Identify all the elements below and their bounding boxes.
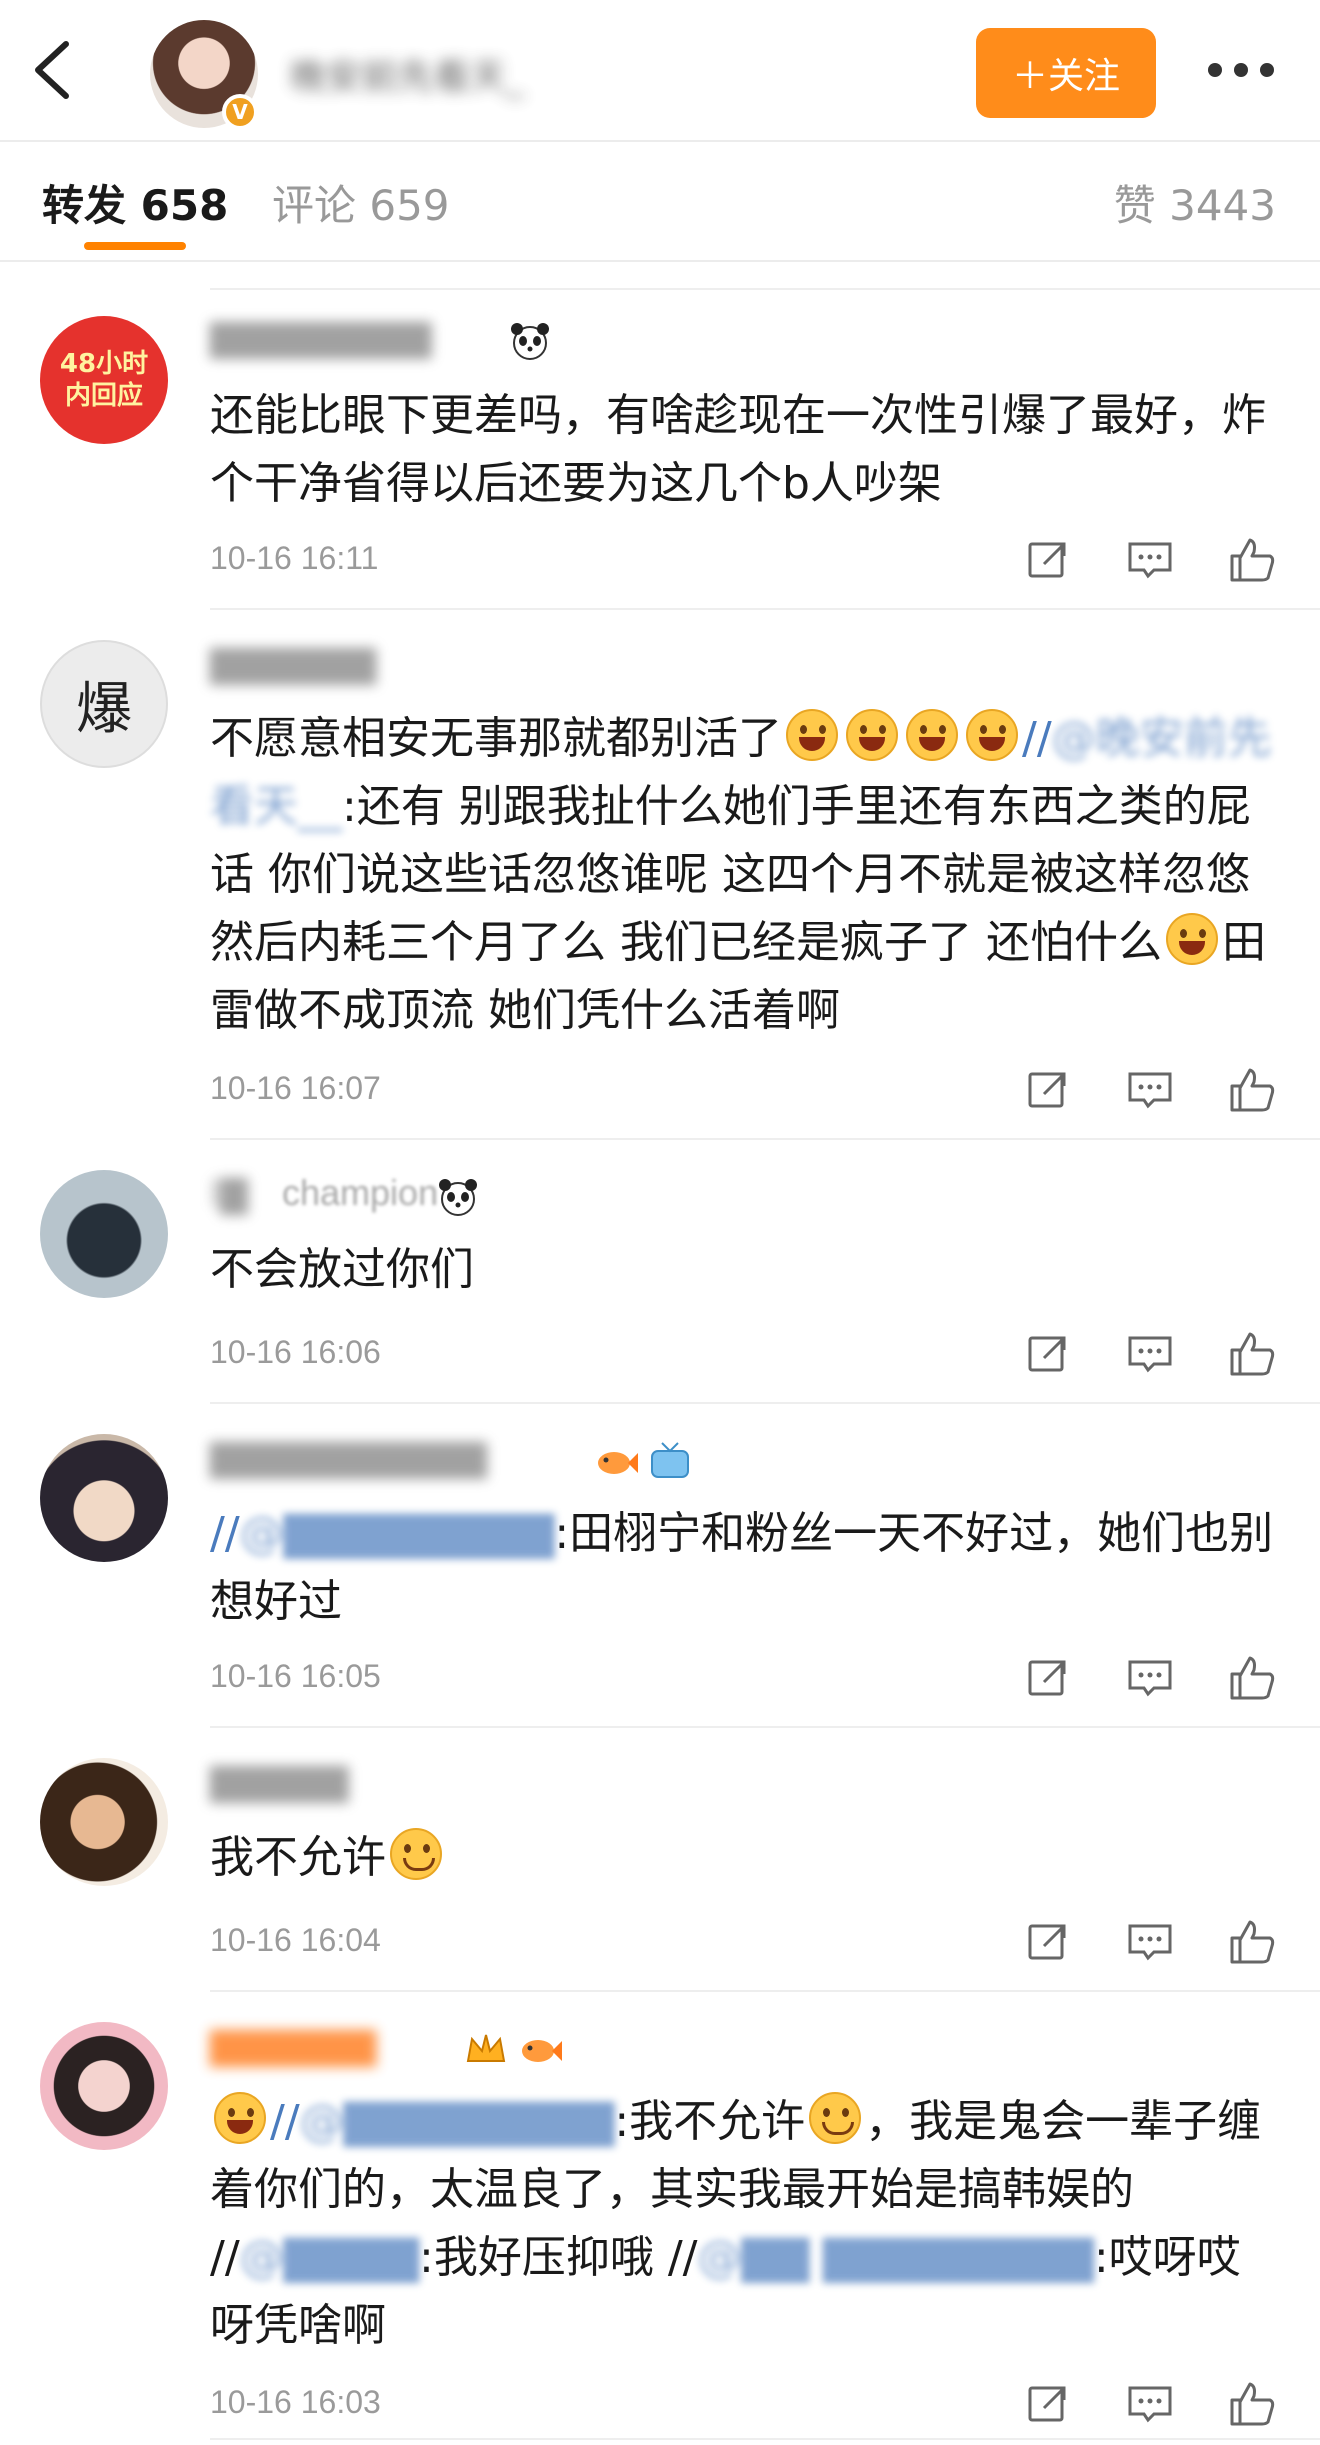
comment-icon[interactable] <box>1126 1066 1174 1114</box>
repost-text: 我不允许 <box>210 1824 1280 1892</box>
share-icon[interactable] <box>1024 1330 1072 1378</box>
action-bar <box>1020 2380 1280 2428</box>
thumb-up-icon[interactable] <box>1228 1918 1276 1966</box>
comment-icon[interactable] <box>1126 1654 1174 1702</box>
username[interactable]: ▇▇▇▇▇ <box>210 1762 410 1812</box>
heart-eyes-emoji-icon <box>214 2092 266 2144</box>
mention-link[interactable]: @▇▇▇▇▇▇▇▇ <box>300 2096 615 2147</box>
repost-text-part: :还有 别跟我扯什么她们手里还有东西之类的屁话 你们说这些话忽悠谁呢 这四个月不… <box>210 781 1251 968</box>
laughing-emoji-icon <box>966 709 1018 761</box>
mention-prefix: // <box>270 2096 300 2147</box>
comment-icon[interactable] <box>1126 1918 1174 1966</box>
repost-text-part: :我好压抑哦 // <box>419 2232 698 2283</box>
item-divider <box>210 1138 1320 1140</box>
item-divider <box>210 2438 1320 2440</box>
username-fragment[interactable]: champion <box>282 1172 438 1214</box>
avatar-label: 48小时 <box>59 349 149 379</box>
thumb-up-icon[interactable] <box>1228 536 1276 584</box>
username-badges <box>464 2026 562 2072</box>
username[interactable]: ▇▇▇▇▇▇ <box>210 2026 450 2076</box>
repost-text-part: :我不允许 <box>614 2096 806 2147</box>
comment-icon[interactable] <box>1126 2380 1174 2428</box>
smile-emoji-icon <box>809 2092 862 2144</box>
repost-text-part: 我不允许 <box>210 1832 386 1883</box>
timestamp: 10-16 16:04 <box>210 1922 381 1958</box>
username[interactable]: l▇ <box>210 1174 280 1224</box>
tv-badge-icon <box>651 1442 689 1478</box>
avatar[interactable] <box>40 1758 168 1886</box>
comment-icon[interactable] <box>1126 536 1174 584</box>
crying-laughing-emoji-icon <box>1165 913 1218 965</box>
mention-link[interactable]: @▇▇▇▇ <box>240 2232 419 2283</box>
item-divider <box>210 1402 1320 1404</box>
laughing-emoji-icon <box>786 709 838 761</box>
action-bar <box>1020 1654 1280 1702</box>
panda-icon <box>439 1179 477 1216</box>
share-icon[interactable] <box>1024 536 1072 584</box>
repost-text: 还能比眼下更差吗，有啥趁现在一次性引爆了最好，炸个干净省得以后还要为这几个b人吵… <box>210 390 1266 509</box>
avatar-label: 爆 <box>76 676 132 742</box>
share-icon[interactable] <box>1024 1066 1072 1114</box>
fish-badge-icon <box>598 1452 638 1474</box>
smile-emoji-icon <box>390 1828 442 1880</box>
laughing-emoji-icon <box>906 709 958 761</box>
item-divider <box>210 1990 1320 1992</box>
username-badges <box>508 318 552 364</box>
mention-prefix: // <box>1022 713 1052 764</box>
thumb-up-icon[interactable] <box>1228 1654 1276 1702</box>
username[interactable]: ▇▇▇▇▇▇▇▇ <box>210 318 490 368</box>
crown-badge-icon <box>466 2034 506 2062</box>
username-badges <box>594 1438 692 1484</box>
avatar[interactable] <box>40 1434 168 1562</box>
username[interactable]: ▇▇▇▇▇▇ <box>210 644 490 694</box>
share-icon[interactable] <box>1024 1654 1072 1702</box>
username-badges <box>436 1174 480 1220</box>
repost-text: //@▇▇▇▇▇▇▇▇:我不允许 ，我是鬼会一辈子缠着你们的，太温良了，其实我最开… <box>210 2088 1280 2360</box>
timestamp: 10-16 16:03 <box>210 2384 381 2420</box>
repost-list: 48小时 内回应 ▇▇▇▇▇▇▇▇ 还能比眼下更差吗，有啥趁现在一次性引爆了最好… <box>0 0 1320 2445</box>
repost-text-part: 不愿意相安无事那就都别活了 <box>210 713 782 764</box>
thumb-up-icon[interactable] <box>1228 1330 1276 1378</box>
avatar-label: 内回应 <box>64 381 143 411</box>
username[interactable]: ▇▇▇▇▇▇▇▇▇▇ <box>210 1438 590 1488</box>
repost-text: //@▇▇▇▇▇▇▇▇:田栩宁和粉丝一天不好过，她们也别想好过 <box>210 1500 1280 1636</box>
avatar[interactable] <box>40 2022 168 2150</box>
panda-icon <box>511 323 549 360</box>
repost-text: 不愿意相安无事那就都别活了//@晚安前先看天__:还有 别跟我扯什么她们手里还有… <box>210 705 1280 1045</box>
thumb-up-icon[interactable] <box>1228 1066 1276 1114</box>
action-bar <box>1020 1066 1280 1114</box>
share-icon[interactable] <box>1024 1918 1072 1966</box>
action-bar <box>1020 536 1280 584</box>
timestamp: 10-16 16:05 <box>210 1658 381 1694</box>
timestamp: 10-16 16:07 <box>210 1070 381 1106</box>
comment-icon[interactable] <box>1126 1330 1174 1378</box>
timestamp: 10-16 16:06 <box>210 1334 381 1370</box>
share-icon[interactable] <box>1024 2380 1072 2428</box>
avatar[interactable]: 48小时 内回应 <box>40 316 168 444</box>
avatar[interactable] <box>40 1170 168 1298</box>
timestamp: 10-16 16:11 <box>210 540 379 576</box>
thumb-up-icon[interactable] <box>1228 2380 1276 2428</box>
avatar[interactable]: 爆 <box>40 640 168 768</box>
laughing-emoji-icon <box>846 709 898 761</box>
mention-prefix: // <box>210 1508 240 1559</box>
mention-link[interactable]: @▇▇ ▇▇▇▇▇▇▇▇ <box>697 2232 1093 2283</box>
action-bar <box>1020 1918 1280 1966</box>
mention-link[interactable]: @▇▇▇▇▇▇▇▇ <box>240 1508 555 1559</box>
item-divider <box>210 1726 1320 1728</box>
repost-text: 不会放过你们 <box>210 1244 474 1295</box>
action-bar <box>1020 1330 1280 1378</box>
fish-badge-icon <box>522 2040 562 2062</box>
item-divider <box>210 608 1320 610</box>
